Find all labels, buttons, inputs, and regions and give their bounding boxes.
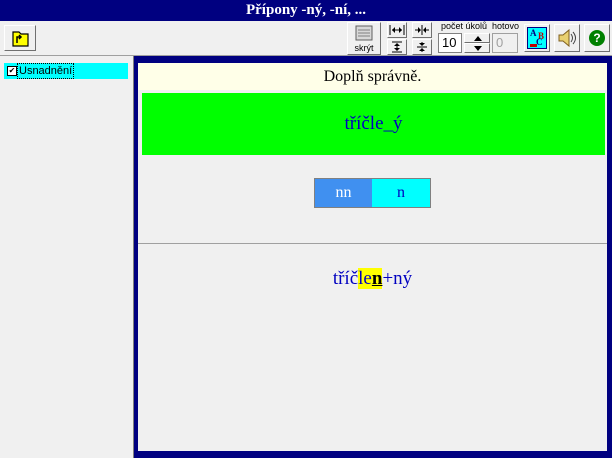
shorter-button[interactable] xyxy=(412,39,432,55)
word-box: tříčle_ý xyxy=(142,93,605,155)
hide-button[interactable]: skrýt xyxy=(347,22,381,55)
answer: tříčlen+ný xyxy=(138,268,607,290)
done-field: 0 xyxy=(492,33,518,53)
arrows-inward-icon xyxy=(415,25,429,35)
help-button[interactable]: ? xyxy=(584,24,610,52)
spellcheck-button[interactable]: A B C xyxy=(524,24,550,52)
answer-highlight: len xyxy=(358,268,383,289)
narrow-button[interactable] xyxy=(412,22,432,38)
count-label: počet úkolů xyxy=(441,21,488,31)
folder-open-icon xyxy=(12,31,29,47)
hide-label: skrýt xyxy=(354,43,374,53)
exercise-word: tříčle_ý xyxy=(344,113,403,134)
window-title: Přípony -ný, -ní, ... xyxy=(0,0,612,21)
sidebar: ✔ Usnadnění xyxy=(0,56,134,458)
speaker-icon xyxy=(558,28,576,48)
widen-button[interactable] xyxy=(387,22,407,38)
arrow-down-icon xyxy=(474,46,482,51)
answer-suffix: +ný xyxy=(382,268,413,289)
speaker-button[interactable] xyxy=(554,24,580,52)
arrow-up-icon xyxy=(474,36,482,41)
hide-panel-icon xyxy=(355,25,373,41)
arrows-horizontal-icon xyxy=(389,25,405,35)
sidebar-item-usnadneni[interactable]: ✔ Usnadnění xyxy=(4,63,128,79)
count-up-button[interactable] xyxy=(464,33,490,43)
sidebar-item-label: Usnadnění xyxy=(17,63,75,79)
count-input[interactable]: 10 xyxy=(438,33,462,53)
open-button[interactable] xyxy=(4,25,36,51)
help-glyph: ? xyxy=(593,31,601,45)
answer-prefix: tříč xyxy=(332,268,359,289)
answer-letter: n xyxy=(371,268,383,289)
checkbox[interactable]: ✔ xyxy=(7,66,17,76)
help-icon: ? xyxy=(589,30,605,46)
done-label: hotovo xyxy=(492,21,520,31)
count-down-button[interactable] xyxy=(464,43,490,53)
exercise-panel: Doplň správně. tříčle_ý nn n tříčlen+ný xyxy=(138,63,607,451)
choice-nn-button[interactable]: nn xyxy=(315,179,372,207)
abc-spellcheck-icon: A B C xyxy=(527,27,547,49)
taller-button[interactable] xyxy=(387,39,407,55)
choice-group: nn n xyxy=(314,178,431,208)
arrows-vertical-icon xyxy=(392,41,402,53)
arrows-vertical-inward-icon xyxy=(417,42,427,52)
instruction: Doplň správně. xyxy=(138,63,607,90)
choice-n-button[interactable]: n xyxy=(372,179,430,207)
toolbar: skrýt počet úkolů 10 hotovo 0 A B C ? xyxy=(0,21,612,56)
divider xyxy=(138,243,607,244)
answer-highlight-pre: le xyxy=(358,268,372,289)
